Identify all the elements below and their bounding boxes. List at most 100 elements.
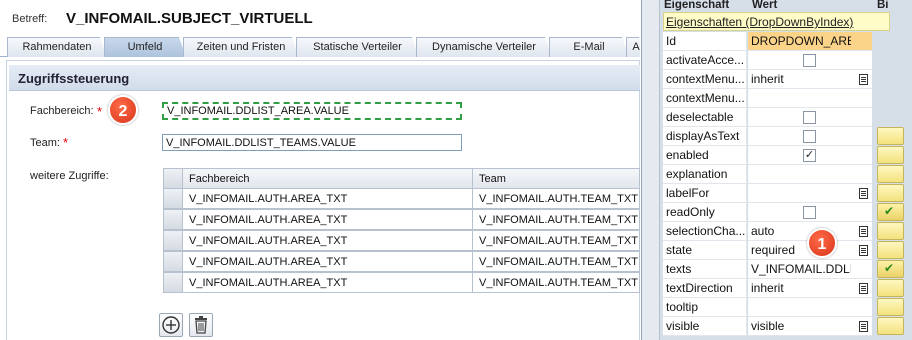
- property-row[interactable]: Id DROPDOWN_AREA: [663, 32, 912, 51]
- property-value[interactable]: [748, 184, 872, 203]
- property-checkbox[interactable]: [803, 130, 816, 143]
- property-value[interactable]: DROPDOWN_AREA: [748, 32, 872, 51]
- binding-button[interactable]: [877, 317, 904, 335]
- row-selector[interactable]: [163, 230, 183, 251]
- property-value[interactable]: [748, 298, 872, 317]
- binding-checked-icon[interactable]: [877, 203, 904, 221]
- property-checkbox[interactable]: [803, 111, 816, 124]
- add-row-button[interactable]: [159, 313, 183, 337]
- tab-statische-verteiler[interactable]: Statische Verteiler: [296, 37, 419, 57]
- table-cell-team[interactable]: V_INFOMAIL.AUTH.TEAM_TXT: [473, 188, 640, 209]
- betreff-value: V_INFOMAIL.SUBJECT_VIRTUELL: [66, 10, 313, 27]
- property-value[interactable]: visible: [748, 317, 872, 336]
- tab-umfeld[interactable]: Umfeld: [104, 37, 186, 57]
- tab-strip: Rahmendaten Umfeld Zeiten und Fristen St…: [0, 37, 640, 57]
- table-cell-fachbereich[interactable]: V_INFOMAIL.AUTH.AREA_TXT: [183, 188, 473, 209]
- tab-zeiten-und-fristen[interactable]: Zeiten und Fristen: [183, 37, 299, 57]
- table-cell-team[interactable]: V_INFOMAIL.AUTH.TEAM_TXT: [473, 251, 640, 272]
- property-value[interactable]: [748, 51, 872, 70]
- callout-badge-2: 2: [108, 95, 138, 125]
- property-row[interactable]: visible visible: [663, 317, 912, 336]
- column-header-wert: Wert: [752, 0, 778, 11]
- property-name: tooltip: [663, 298, 747, 317]
- table-cell-fachbereich[interactable]: V_INFOMAIL.AUTH.AREA_TXT: [183, 230, 473, 251]
- tab-rahmendaten[interactable]: Rahmendaten: [7, 37, 107, 57]
- binding-checked-icon[interactable]: [877, 260, 904, 278]
- value-help-icon[interactable]: [859, 283, 868, 294]
- tab-more[interactable]: A: [626, 37, 640, 57]
- property-value[interactable]: [748, 203, 872, 222]
- row-selector[interactable]: [163, 188, 183, 209]
- property-row[interactable]: textDirection inherit: [663, 279, 912, 298]
- table-cell-fachbereich[interactable]: V_INFOMAIL.AUTH.AREA_TXT: [183, 251, 473, 272]
- binding-button[interactable]: [877, 241, 904, 259]
- table-cell-team[interactable]: V_INFOMAIL.AUTH.TEAM_TXT: [473, 272, 640, 293]
- table-cell-team[interactable]: V_INFOMAIL.AUTH.TEAM_TXT: [473, 230, 640, 251]
- binding-button[interactable]: [877, 184, 904, 202]
- column-header-team[interactable]: Team: [473, 168, 640, 189]
- delete-row-button[interactable]: [189, 313, 213, 337]
- property-row[interactable]: explanation: [663, 165, 912, 184]
- binding-button[interactable]: [877, 279, 904, 297]
- property-value[interactable]: [748, 165, 872, 184]
- binding-button[interactable]: [877, 146, 904, 164]
- properties-subheader[interactable]: Eigenschaften (DropDownByIndex): [663, 12, 890, 31]
- select-all-cell[interactable]: [163, 168, 183, 189]
- property-name: activateAcce...: [663, 51, 747, 70]
- row-selector[interactable]: [163, 272, 183, 293]
- binding-button[interactable]: [877, 165, 904, 183]
- property-value[interactable]: inherit: [748, 70, 872, 89]
- property-value-text: visible: [751, 319, 785, 333]
- property-row[interactable]: selectionCha... auto: [663, 222, 912, 241]
- column-header-fachbereich[interactable]: Fachbereich: [183, 168, 473, 189]
- weitere-zugriffe-label: weitere Zugriffe:: [30, 170, 109, 182]
- fachbereich-dropdown[interactable]: [162, 102, 462, 120]
- row-selector[interactable]: [163, 209, 183, 230]
- property-name: displayAsText: [663, 127, 747, 146]
- property-value[interactable]: [748, 89, 872, 108]
- property-row[interactable]: contextMenu... inherit: [663, 70, 912, 89]
- property-row[interactable]: readOnly: [663, 203, 912, 222]
- property-value-text: DROPDOWN_AREA: [751, 34, 851, 48]
- team-dropdown[interactable]: [162, 134, 462, 151]
- value-help-icon[interactable]: [859, 188, 868, 199]
- value-help-icon[interactable]: [859, 226, 868, 237]
- property-row[interactable]: enabled ✓: [663, 146, 912, 165]
- property-name: Id: [663, 32, 747, 51]
- value-help-icon[interactable]: [859, 245, 868, 256]
- tab-dynamische-verteiler[interactable]: Dynamische Verteiler: [416, 37, 552, 57]
- binding-button[interactable]: [877, 222, 904, 240]
- tab-e-mail[interactable]: E-Mail: [549, 37, 629, 57]
- fachbereich-label: Fachbereich:: [30, 105, 94, 117]
- table-cell-team[interactable]: V_INFOMAIL.AUTH.TEAM_TXT: [473, 209, 640, 230]
- property-row[interactable]: activateAcce...: [663, 51, 912, 70]
- value-help-icon[interactable]: [859, 74, 868, 85]
- table-cell-fachbereich[interactable]: V_INFOMAIL.AUTH.AREA_TXT: [183, 209, 473, 230]
- property-row[interactable]: texts V_INFOMAIL.DDLIST...: [663, 260, 912, 279]
- table-cell-fachbereich[interactable]: V_INFOMAIL.AUTH.AREA_TXT: [183, 272, 473, 293]
- property-checkbox[interactable]: ✓: [803, 149, 816, 162]
- property-checkbox[interactable]: [803, 54, 816, 67]
- property-name: labelFor: [663, 184, 747, 203]
- property-name: textDirection: [663, 279, 747, 298]
- property-name: state: [663, 241, 747, 260]
- property-value[interactable]: ✓: [748, 146, 872, 165]
- plus-circle-icon: [162, 316, 180, 334]
- row-selector[interactable]: [163, 251, 183, 272]
- property-value[interactable]: [748, 127, 872, 146]
- value-help-icon[interactable]: [859, 321, 868, 332]
- property-row[interactable]: tooltip: [663, 298, 912, 317]
- property-value[interactable]: [748, 108, 872, 127]
- property-row[interactable]: labelFor: [663, 184, 912, 203]
- property-checkbox[interactable]: [803, 206, 816, 219]
- property-row[interactable]: contextMenu...: [663, 89, 912, 108]
- binding-button[interactable]: [877, 298, 904, 316]
- property-value[interactable]: inherit: [748, 279, 872, 298]
- binding-button[interactable]: [877, 127, 904, 145]
- property-value-text: inherit: [751, 281, 784, 295]
- splitter-strip[interactable]: [642, 0, 660, 340]
- property-value[interactable]: V_INFOMAIL.DDLIST...: [748, 260, 872, 279]
- property-row[interactable]: displayAsText: [663, 127, 912, 146]
- property-row[interactable]: state required: [663, 241, 912, 260]
- property-row[interactable]: deselectable: [663, 108, 912, 127]
